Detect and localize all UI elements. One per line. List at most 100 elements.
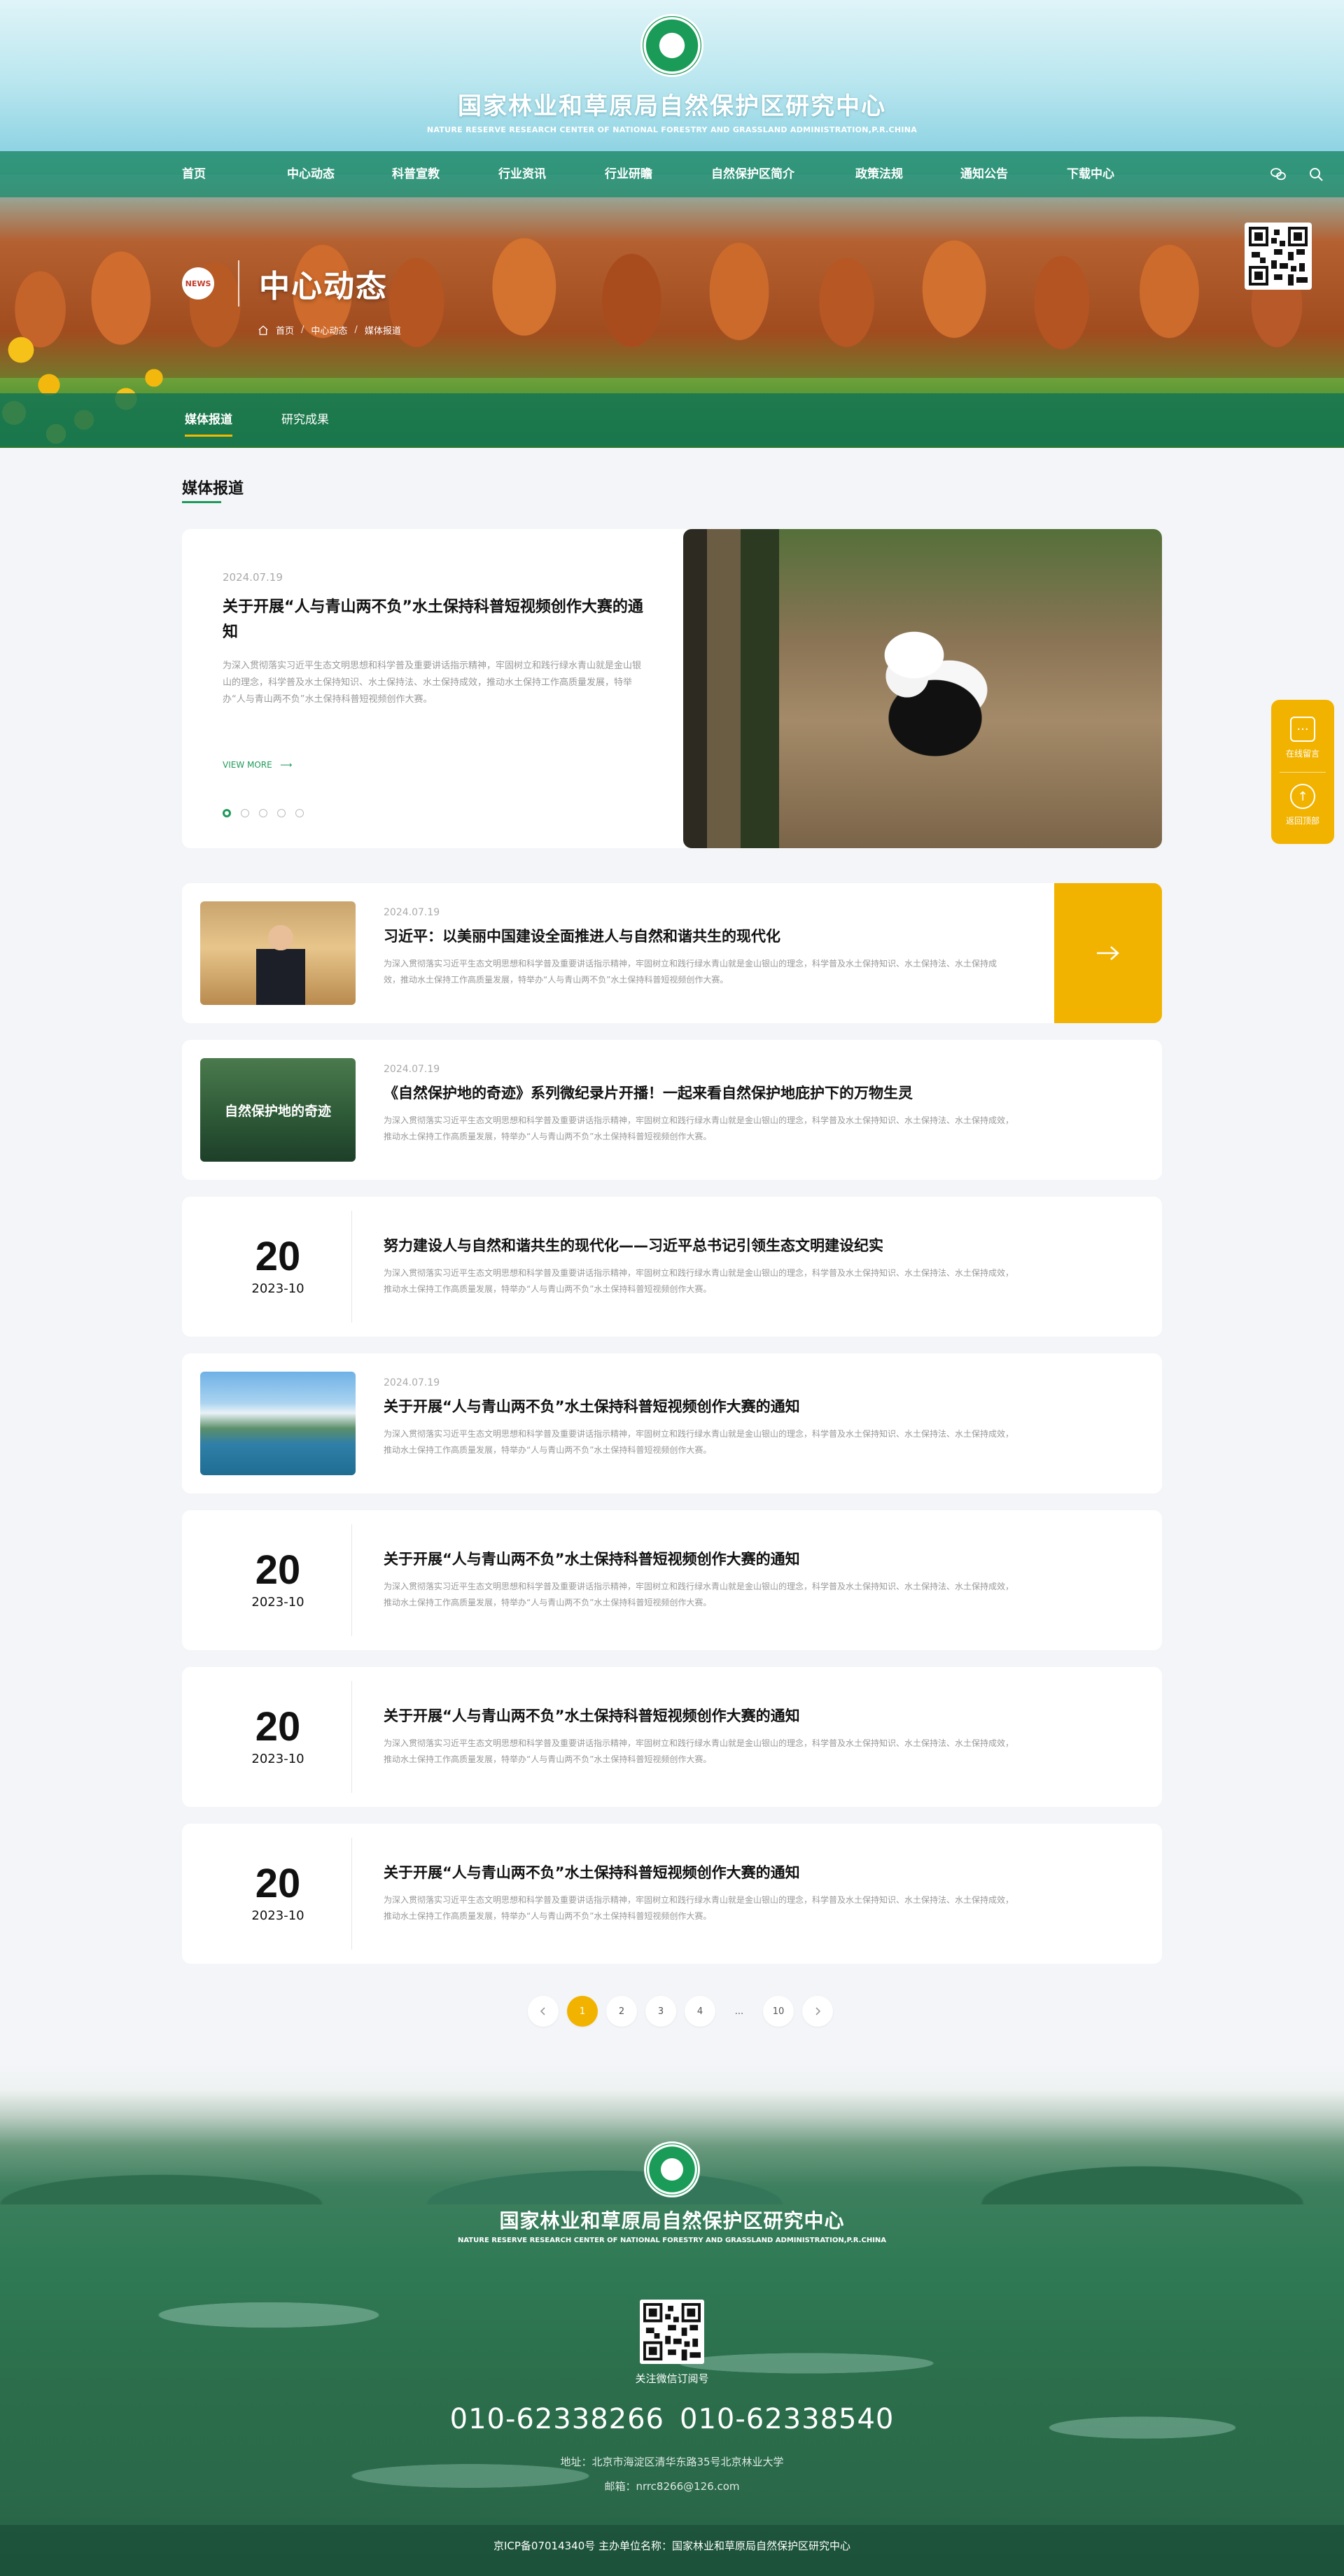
- list-item-title[interactable]: 《自然保护地的奇迹》系列微纪录片开播！一起来看自然保护地庇护下的万物生灵: [384, 1082, 1014, 1103]
- next-page-button[interactable]: [802, 1996, 833, 2027]
- tab-research-results[interactable]: 研究成果: [281, 393, 329, 446]
- carousel-dot[interactable]: [241, 809, 249, 817]
- tab-media-reports[interactable]: 媒体报道: [185, 393, 232, 446]
- featured-article[interactable]: 2024.07.19 关于开展“人与青山两不负”水土保持科普短视频创作大赛的通知…: [182, 529, 1162, 848]
- breadcrumb-separator: /: [354, 325, 358, 335]
- list-item-arrow-button[interactable]: [1054, 883, 1162, 1023]
- list-item[interactable]: 2024.07.19 关于开展“人与青山两不负”水土保持科普短视频创作大赛的通知…: [182, 1353, 1162, 1493]
- list-item[interactable]: 自然保护地的奇迹 2024.07.19 《自然保护地的奇迹》系列微纪录片开播！一…: [182, 1040, 1162, 1180]
- nav-item-industry-research[interactable]: 行业研瞻: [605, 151, 711, 197]
- main-nav: 首页 中心动态 科普宣教 行业资讯 行业研瞻 自然保护区简介 政策法规 通知公告…: [0, 151, 1344, 197]
- footer-title: 国家林业和草原局自然保护区研究中心: [499, 2209, 845, 2232]
- nav-item-home[interactable]: 首页: [182, 151, 287, 197]
- list-item-thumbnail: 自然保护地的奇迹: [200, 1058, 356, 1162]
- list-item-title[interactable]: 关于开展“人与青山两不负”水土保持科普短视频创作大赛的通知: [384, 1395, 1014, 1416]
- list-item-body: 关于开展“人与青山两不负”水土保持科普短视频创作大赛的通知 为深入贯彻落实习近平…: [384, 1854, 1014, 1924]
- site-subtitle: NATURE RESERVE RESEARCH CENTER OF NATION…: [426, 125, 918, 134]
- carousel-dot[interactable]: [223, 809, 231, 817]
- nav-item-center-news[interactable]: 中心动态: [287, 151, 392, 197]
- list-item-day: 20: [255, 1547, 301, 1593]
- qr-code-icon: [643, 2303, 701, 2360]
- nav-item-industry-news[interactable]: 行业资讯: [498, 151, 605, 197]
- featured-title[interactable]: 关于开展“人与青山两不负”水土保持科普短视频创作大赛的通知: [223, 595, 650, 645]
- section-underline: [182, 501, 221, 503]
- list-item-body: 2024.07.19 习近平：以美丽中国建设全面推进人与自然和谐共生的现代化 为…: [384, 907, 1000, 988]
- nav-item-policy[interactable]: 政策法规: [855, 151, 960, 197]
- carousel-dot[interactable]: [277, 809, 286, 817]
- list-item-date: 2024.07.19: [384, 1377, 440, 1388]
- chat-icon: ···: [1290, 717, 1315, 742]
- list-item-title[interactable]: 努力建设人与自然和谐共生的现代化——习近平总书记引领生态文明建设纪实: [384, 1234, 1014, 1255]
- footer-phone-1: 010-62338266: [449, 2403, 664, 2435]
- prev-page-button[interactable]: [528, 1996, 559, 2027]
- list-item-body: 关于开展“人与青山两不负”水土保持科普短视频创作大赛的通知 为深入贯彻落实习近平…: [384, 1541, 1014, 1611]
- list-item-date: 2024.07.19: [384, 1064, 440, 1075]
- arrow-right-icon: [1097, 946, 1119, 960]
- chevron-right-icon: [816, 2007, 821, 2015]
- nav-tools: [1270, 151, 1324, 197]
- date-divider: [351, 1838, 352, 1950]
- qr-code-icon: [1249, 227, 1308, 286]
- search-icon[interactable]: [1308, 166, 1324, 183]
- featured-image-panda[interactable]: [683, 529, 1162, 848]
- nav-item-reserve-intro[interactable]: 自然保护区简介: [711, 151, 855, 197]
- nav-item-downloads[interactable]: 下载中心: [1067, 151, 1172, 197]
- breadcrumb: 首页 / 中心动态 / 媒体报道: [258, 323, 401, 337]
- page-button-2[interactable]: 2: [606, 1996, 637, 2027]
- list-item-title[interactable]: 关于开展“人与青山两不负”水土保持科普短视频创作大赛的通知: [384, 1705, 1014, 1726]
- list-item-title[interactable]: 关于开展“人与青山两不负”水土保持科普短视频创作大赛的通知: [384, 1861, 1014, 1882]
- list-item[interactable]: 20 2023-10 努力建设人与自然和谐共生的现代化——习近平总书记引领生态文…: [182, 1197, 1162, 1337]
- online-message-label: 在线留言: [1285, 749, 1320, 759]
- page-heading: NEWS 中心动态: [182, 260, 388, 307]
- list-item-title[interactable]: 关于开展“人与青山两不负”水土保持科普短视频创作大赛的通知: [384, 1548, 1014, 1569]
- list-item[interactable]: 2024.07.19 习近平：以美丽中国建设全面推进人与自然和谐共生的现代化 为…: [182, 883, 1162, 1023]
- page-button-10[interactable]: 10: [763, 1996, 794, 2027]
- page-button-4[interactable]: 4: [685, 1996, 715, 2027]
- online-message-button[interactable]: ··· 在线留言: [1271, 717, 1334, 759]
- site-title: 国家林业和草原局自然保护区研究中心: [458, 92, 886, 120]
- list-item-body: 努力建设人与自然和谐共生的现代化——习近平总书记引领生态文明建设纪实 为深入贯彻…: [384, 1227, 1014, 1297]
- emblem-icon: [640, 14, 704, 77]
- list-item-day: 20: [255, 1704, 301, 1750]
- qr-code-hero: [1245, 223, 1312, 290]
- list-item-date-block: 20 2023-10: [200, 1667, 356, 1807]
- view-more-link[interactable]: VIEW MORE ⟶: [223, 760, 292, 770]
- list-item[interactable]: 20 2023-10 关于开展“人与青山两不负”水土保持科普短视频创作大赛的通知…: [182, 1510, 1162, 1650]
- pagination: 1 2 3 4 ... 10: [528, 1996, 833, 2027]
- wechat-icon[interactable]: [1270, 166, 1287, 183]
- list-item-thumbnail: [200, 901, 356, 1005]
- list-item-desc: 为深入贯彻落实习近平生态文明思想和科学普及重要讲话指示精神，牢固树立和践行绿水青…: [384, 959, 997, 985]
- footer: 国家林业和草原局自然保护区研究中心 NATURE RESERVE RESEARC…: [0, 2064, 1344, 2576]
- carousel-dots: [223, 809, 304, 817]
- list-item-title[interactable]: 习近平：以美丽中国建设全面推进人与自然和谐共生的现代化: [384, 925, 1000, 946]
- carousel-dot[interactable]: [259, 809, 267, 817]
- nav-item-science[interactable]: 科普宣教: [392, 151, 498, 197]
- list-item-desc: 为深入贯彻落实习近平生态文明思想和科学普及重要讲话指示精神，牢固树立和践行绿水青…: [384, 1895, 1014, 1921]
- footer-phone-2: 010-62338540: [680, 2403, 895, 2435]
- list-item[interactable]: 20 2023-10 关于开展“人与青山两不负”水土保持科普短视频创作大赛的通知…: [182, 1667, 1162, 1807]
- back-to-top-button[interactable]: ↑ 返回顶部: [1271, 784, 1334, 826]
- nav-item-notices[interactable]: 通知公告: [960, 151, 1067, 197]
- site-logo[interactable]: 国家林业和草原局自然保护区研究中心 NATURE RESERVE RESEARC…: [0, 14, 1344, 134]
- breadcrumb-home[interactable]: 首页: [276, 323, 294, 337]
- list-item-desc: 为深入贯彻落实习近平生态文明思想和科学普及重要讲话指示精神，牢固树立和践行绿水青…: [384, 1268, 1014, 1294]
- list-item-desc: 为深入贯彻落实习近平生态文明思想和科学普及重要讲话指示精神，牢固树立和践行绿水青…: [384, 1115, 1014, 1141]
- home-icon[interactable]: [258, 325, 269, 336]
- breadcrumb-center-news[interactable]: 中心动态: [311, 323, 347, 337]
- emblem-icon: [644, 2141, 700, 2197]
- chevron-left-icon: [540, 2007, 545, 2015]
- footer-logo: 国家林业和草原局自然保护区研究中心 NATURE RESERVE RESEARC…: [0, 2141, 1344, 2244]
- list-item-year-month: 2023-10: [251, 1908, 304, 1923]
- breadcrumb-separator: /: [301, 325, 304, 335]
- carousel-dot[interactable]: [295, 809, 304, 817]
- footer-qr-label: 关注微信订阅号: [635, 2372, 709, 2385]
- footer-qr-code: [640, 2300, 704, 2364]
- footer-address: 地址：北京市海淀区清华东路35号北京林业大学: [560, 2456, 784, 2468]
- arrow-up-icon: ↑: [1290, 784, 1315, 809]
- page-button-1[interactable]: 1: [567, 1996, 598, 2027]
- page-title: 中心动态: [259, 269, 388, 304]
- page-button-3[interactable]: 3: [645, 1996, 676, 2027]
- footer-email[interactable]: 邮箱：nrrc8266@126.com: [0, 2479, 1344, 2493]
- list-item[interactable]: 20 2023-10 关于开展“人与青山两不负”水土保持科普短视频创作大赛的通知…: [182, 1824, 1162, 1964]
- list-item-body: 2024.07.19 关于开展“人与青山两不负”水土保持科普短视频创作大赛的通知…: [384, 1377, 1014, 1458]
